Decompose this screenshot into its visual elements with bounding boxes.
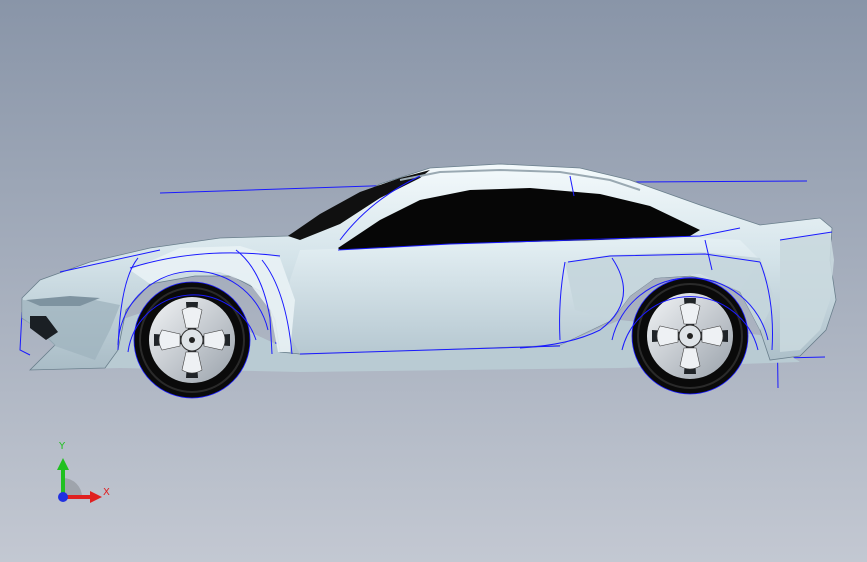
x-axis-label: X <box>103 487 110 498</box>
front-wheel <box>133 281 251 399</box>
graphics-viewport[interactable]: Y X <box>0 0 867 562</box>
y-axis-label: Y <box>59 441 66 452</box>
triad-origin <box>58 492 68 502</box>
car-model[interactable] <box>0 0 867 562</box>
reference-triad: Y X <box>48 440 118 510</box>
rear-wheel <box>631 277 749 395</box>
